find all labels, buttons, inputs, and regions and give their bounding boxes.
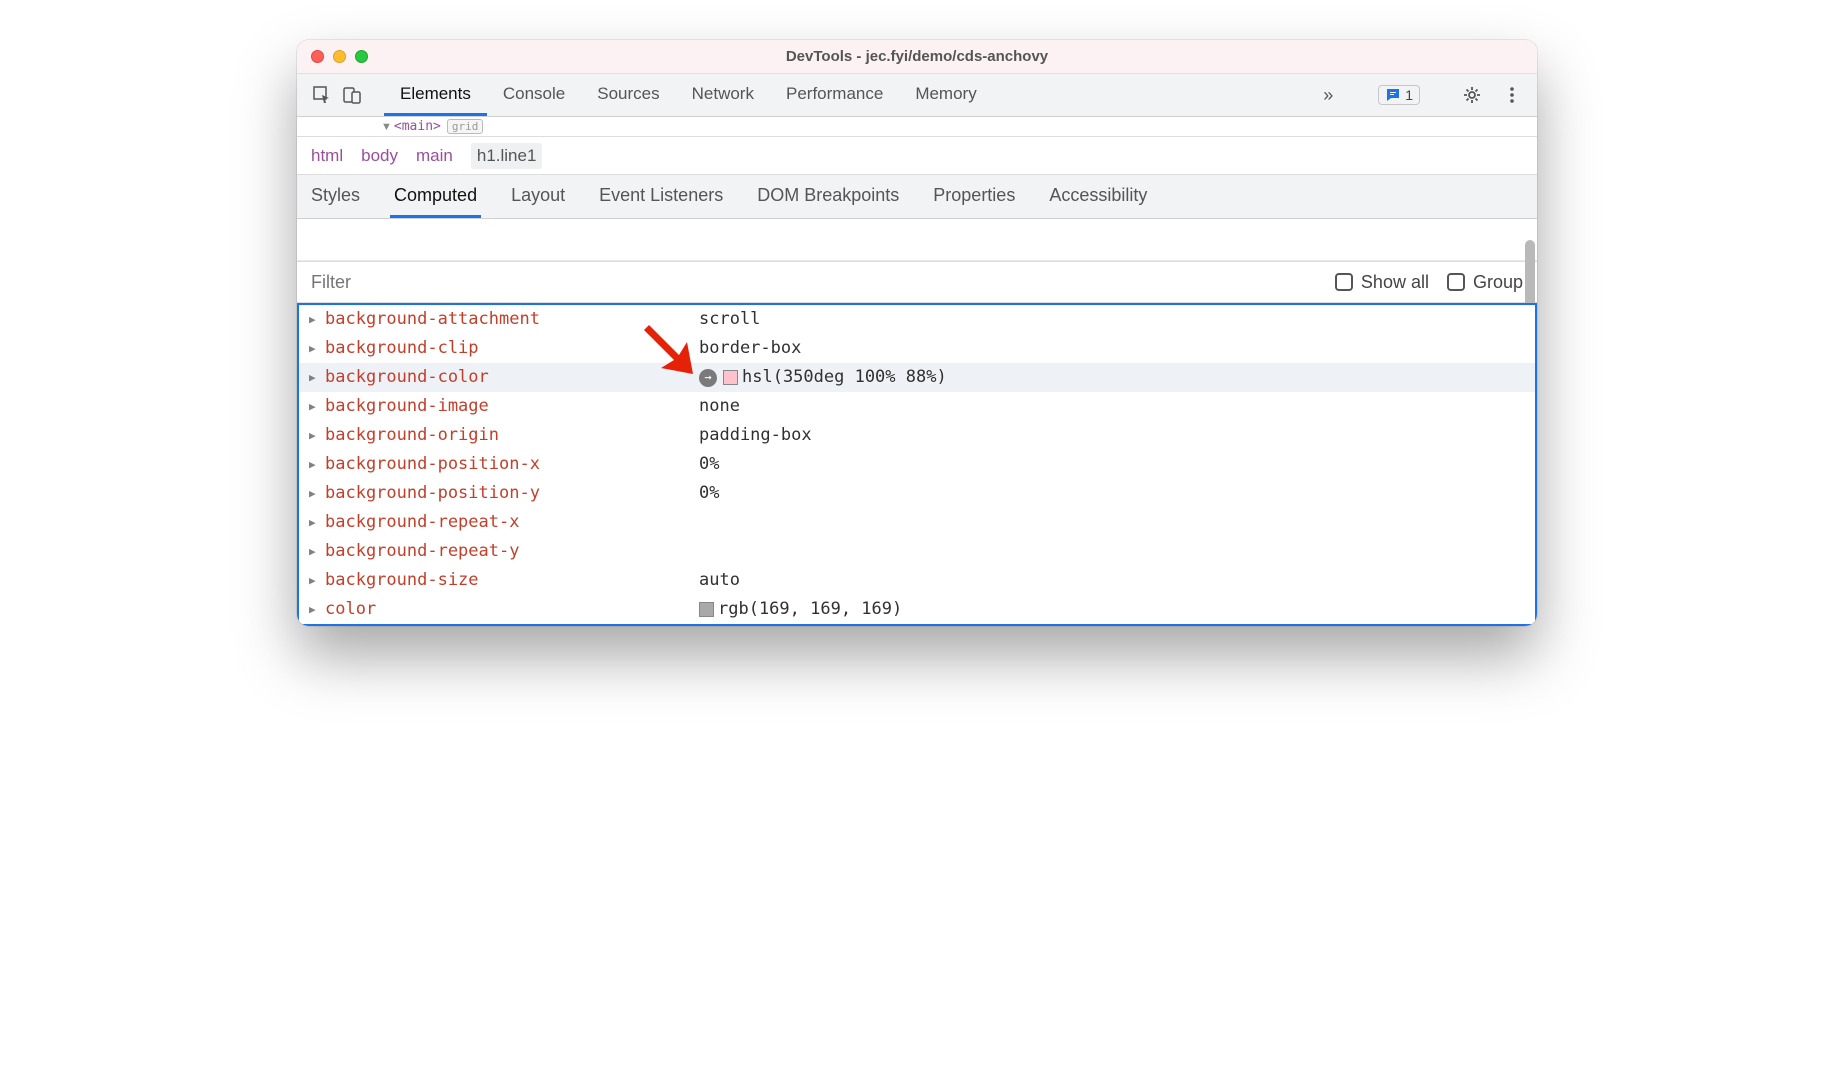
issues-badge[interactable]: 1 [1378,85,1420,105]
property-value[interactable]: 0% [699,479,1535,508]
filter-row: Show all Group [297,261,1537,303]
expand-triangle-icon[interactable]: ▶ [309,421,321,450]
property-value[interactable]: scroll [699,305,1535,334]
property-name: ▶background-position-y [309,479,699,508]
window-title: DevTools - jec.fyi/demo/cds-anchovy [297,48,1537,65]
traffic-lights [311,50,368,63]
property-name: ▶background-size [309,566,699,595]
checkbox-icon [1447,273,1465,291]
property-name: ▶background-repeat-x [309,508,699,537]
elements-dom-strip[interactable]: ▼ <main> grid [297,117,1537,137]
computed-row[interactable]: ▶background-sizeauto [299,566,1535,595]
color-swatch-icon[interactable] [723,370,738,385]
subtab-layout[interactable]: Layout [507,175,569,218]
group-label: Group [1473,272,1523,293]
computed-row[interactable]: ▶background-repeat-x [299,508,1535,537]
property-name: ▶background-repeat-y [309,537,699,566]
expand-triangle-icon[interactable]: ▶ [309,537,321,566]
show-all-checkbox[interactable]: Show all [1335,272,1429,293]
issue-count: 1 [1405,87,1413,103]
device-toolbar-icon[interactable] [337,74,367,117]
expand-triangle-icon[interactable]: ▶ [309,305,321,334]
property-value[interactable]: padding-box [699,421,1535,450]
goto-source-icon[interactable]: → [699,369,717,387]
property-value[interactable]: 0% [699,450,1535,479]
filter-input[interactable] [311,272,1317,293]
sidebar-subtabs: Styles Computed Layout Event Listeners DOM B… [297,175,1537,219]
property-name: ▶background-image [309,392,699,421]
main-toolbar: ElementsConsoleSourcesNetworkPerformance… [297,74,1537,117]
caret-down-icon: ▼ [381,121,392,133]
kebab-menu-icon[interactable] [1497,74,1527,117]
tab-elements[interactable]: Elements [384,74,487,116]
computed-row[interactable]: ▶background-clipborder-box [299,334,1535,363]
dom-tag: <main> [394,119,441,134]
expand-triangle-icon[interactable]: ▶ [309,479,321,508]
property-name: ▶background-position-x [309,450,699,479]
tab-console[interactable]: Console [487,74,581,116]
checkbox-icon [1335,273,1353,291]
close-window-button[interactable] [311,50,324,63]
grid-badge[interactable]: grid [447,119,484,134]
expand-triangle-icon[interactable]: ▶ [309,450,321,479]
breadcrumb-item[interactable]: html [311,146,343,166]
tab-network[interactable]: Network [676,74,770,116]
maximize-window-button[interactable] [355,50,368,63]
tab-sources[interactable]: Sources [581,74,675,116]
expand-triangle-icon[interactable]: ▶ [309,595,321,624]
tab-performance[interactable]: Performance [770,74,899,116]
property-name: ▶color [309,595,699,624]
property-value[interactable]: none [699,392,1535,421]
tab-memory[interactable]: Memory [899,74,992,116]
computed-row[interactable]: ▶background-attachmentscroll [299,305,1535,334]
expand-triangle-icon[interactable]: ▶ [309,392,321,421]
settings-gear-icon[interactable] [1457,74,1487,117]
property-value[interactable]: auto [699,566,1535,595]
subtab-styles[interactable]: Styles [307,175,364,218]
computed-properties-panel: ▶background-attachmentscroll▶background-… [297,303,1537,626]
breadcrumb: html body main h1.line1 [297,137,1537,175]
show-all-label: Show all [1361,272,1429,293]
main-tabs: ElementsConsoleSourcesNetworkPerformance… [384,74,993,116]
computed-boxmodel-placeholder [297,219,1537,261]
expand-triangle-icon[interactable]: ▶ [309,508,321,537]
subtab-event-listeners[interactable]: Event Listeners [595,175,727,218]
group-checkbox[interactable]: Group [1447,272,1523,293]
expand-triangle-icon[interactable]: ▶ [309,566,321,595]
computed-row[interactable]: ▶background-repeat-y [299,537,1535,566]
property-value[interactable]: border-box [699,334,1535,363]
more-tabs-icon[interactable]: » [1315,85,1341,106]
property-value[interactable] [699,537,1535,566]
color-swatch-icon[interactable] [699,602,714,617]
minimize-window-button[interactable] [333,50,346,63]
computed-row[interactable]: ▶background-position-y0% [299,479,1535,508]
inspect-element-icon[interactable] [307,74,337,117]
subtab-dom-breakpoints[interactable]: DOM Breakpoints [753,175,903,218]
message-icon [1385,87,1401,103]
property-name: ▶background-origin [309,421,699,450]
devtools-window: DevTools - jec.fyi/demo/cds-anchovy Elem… [297,40,1537,626]
expand-triangle-icon[interactable]: ▶ [309,363,321,392]
computed-row[interactable]: ▶background-originpadding-box [299,421,1535,450]
computed-row[interactable]: ▶colorrgb(169, 169, 169) [299,595,1535,624]
titlebar: DevTools - jec.fyi/demo/cds-anchovy [297,40,1537,74]
computed-row[interactable]: ▶background-position-x0% [299,450,1535,479]
subtab-computed[interactable]: Computed [390,175,481,218]
computed-row[interactable]: ▶background-color→hsl(350deg 100% 88%) [299,363,1535,392]
subtab-properties[interactable]: Properties [929,175,1019,218]
property-value[interactable]: rgb(169, 169, 169) [699,595,1535,624]
property-value[interactable]: →hsl(350deg 100% 88%) [699,363,1535,392]
expand-triangle-icon[interactable]: ▶ [309,334,321,363]
annotation-arrow-icon [639,320,699,380]
breadcrumb-item[interactable]: body [361,146,398,166]
subtab-accessibility[interactable]: Accessibility [1045,175,1151,218]
breadcrumb-item[interactable]: main [416,146,453,166]
computed-row[interactable]: ▶background-imagenone [299,392,1535,421]
breadcrumb-item[interactable]: h1.line1 [471,143,543,169]
property-value[interactable] [699,508,1535,537]
